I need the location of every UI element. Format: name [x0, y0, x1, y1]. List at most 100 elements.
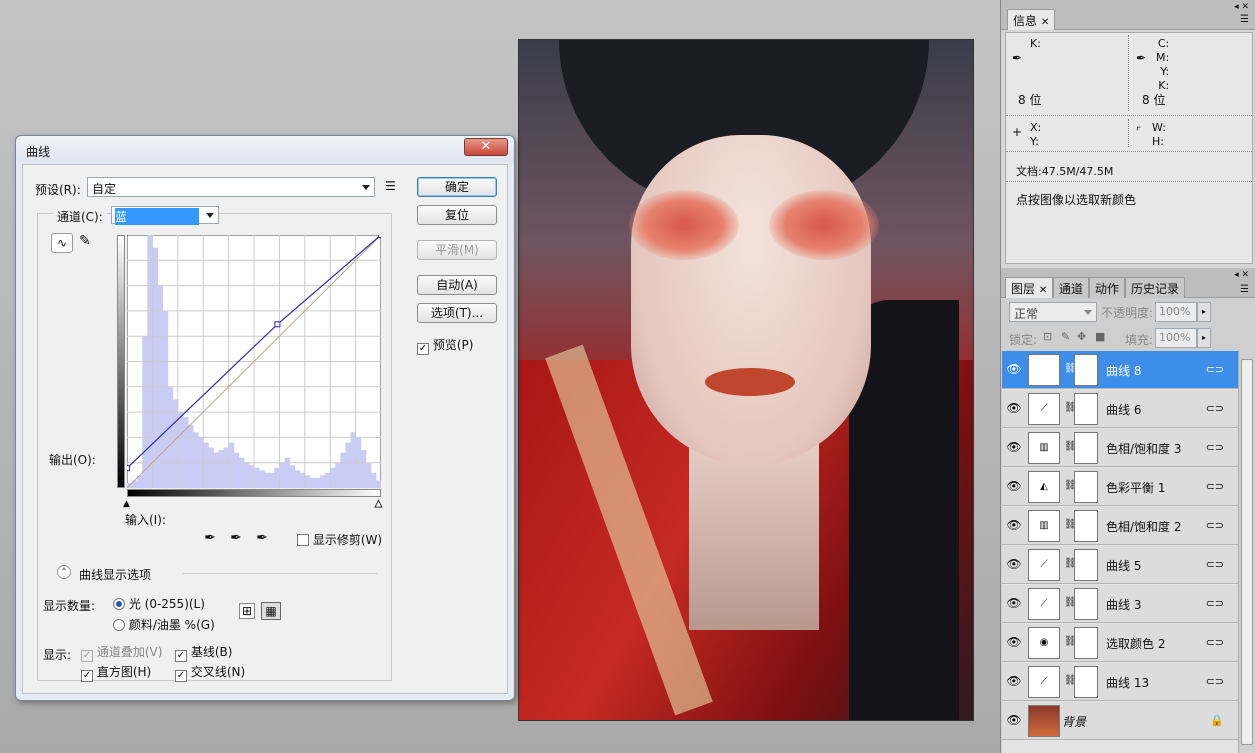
- layer-row[interactable]: 👁 ▥ ⛓ 色相/饱和度 2 ⊂⊃: [1002, 507, 1238, 545]
- layer-mask-thumbnail[interactable]: [1074, 588, 1098, 620]
- tab-actions[interactable]: 动作: [1089, 277, 1126, 298]
- curves-adjustment-icon[interactable]: ⟋: [1028, 393, 1060, 425]
- curves-adjustment-icon[interactable]: ⟋: [1028, 549, 1060, 581]
- visibility-eye-icon[interactable]: 👁: [1005, 674, 1023, 690]
- gray-eyedropper-icon[interactable]: ✒: [227, 529, 245, 547]
- channel-overlay-checkbox[interactable]: ✓ 通道叠加(V): [81, 643, 162, 662]
- lock-all-icon[interactable]: ■: [1095, 330, 1105, 343]
- white-point-slider-icon[interactable]: ▲: [375, 499, 383, 510]
- light-radio[interactable]: 光 (0-255)(L): [113, 595, 205, 612]
- layer-mask-thumbnail[interactable]: [1074, 471, 1098, 503]
- layer-row[interactable]: 👁 ⟋ ⛓ 曲线 3 ⊂⊃: [1002, 585, 1238, 623]
- clip-link-icon[interactable]: ⊂⊃: [1206, 597, 1224, 610]
- close-icon[interactable]: ✕: [1041, 17, 1049, 28]
- clip-link-icon[interactable]: ⊂⊃: [1206, 441, 1224, 454]
- light-radio-dot[interactable]: [113, 598, 125, 610]
- hue-saturation-icon[interactable]: ▥: [1028, 510, 1060, 542]
- visibility-eye-icon[interactable]: 👁: [1005, 635, 1023, 651]
- reset-button[interactable]: 复位: [417, 205, 497, 225]
- layer-name[interactable]: 选取颜色 2: [1106, 635, 1165, 652]
- hue-saturation-icon[interactable]: ▥: [1028, 432, 1060, 464]
- layer-name[interactable]: 背景: [1062, 713, 1086, 730]
- layer-name[interactable]: 色相/饱和度 2: [1106, 518, 1182, 535]
- pencil-tool-icon[interactable]: ✎: [79, 233, 91, 249]
- preset-menu-icon[interactable]: ☰: [385, 179, 396, 193]
- clip-link-icon[interactable]: ⊂⊃: [1206, 519, 1224, 532]
- auto-button[interactable]: 自动(A): [417, 275, 497, 295]
- close-button[interactable]: ✕: [464, 138, 508, 156]
- selective-color-icon[interactable]: ◉: [1028, 627, 1060, 659]
- simple-grid-icon[interactable]: ⊞: [239, 603, 255, 619]
- layer-name[interactable]: 曲线 8: [1106, 362, 1141, 379]
- visibility-eye-icon[interactable]: 👁: [1005, 401, 1023, 417]
- lock-paint-icon[interactable]: ✎: [1061, 330, 1070, 343]
- layer-mask-thumbnail[interactable]: [1074, 549, 1098, 581]
- visibility-eye-icon[interactable]: 👁: [1005, 518, 1023, 534]
- smooth-button[interactable]: 平滑(M): [417, 240, 497, 260]
- document-canvas[interactable]: [518, 39, 974, 721]
- image-thumbnail-icon[interactable]: [1028, 705, 1060, 737]
- tab-channels[interactable]: 通道: [1053, 277, 1090, 298]
- visibility-eye-icon[interactable]: 👁: [1005, 713, 1023, 729]
- layer-mask-thumbnail[interactable]: [1074, 432, 1098, 464]
- visibility-eye-icon[interactable]: 👁: [1005, 479, 1023, 495]
- preview-check[interactable]: ✓: [417, 343, 429, 355]
- layer-row[interactable]: 👁 背景 🔒: [1002, 702, 1238, 740]
- layers-scroll-thumb[interactable]: [1241, 359, 1253, 745]
- pigment-radio[interactable]: 颜料/油墨 %(G): [113, 616, 215, 633]
- intersection-check[interactable]: ✓: [175, 670, 187, 682]
- white-eyedropper-icon[interactable]: ✒: [253, 529, 271, 547]
- fill-slider-arrow-icon[interactable]: ▸: [1197, 328, 1211, 348]
- channel-overlay-check[interactable]: ✓: [81, 650, 93, 662]
- tab-info[interactable]: 信息 ✕: [1007, 9, 1056, 30]
- detailed-grid-icon[interactable]: ▦: [261, 602, 281, 620]
- layer-row[interactable]: 👁 ◭ ⛓ 色彩平衡 1 ⊂⊃: [1002, 468, 1238, 506]
- layer-name[interactable]: 曲线 3: [1106, 596, 1141, 613]
- layer-mask-thumbnail[interactable]: [1074, 666, 1098, 698]
- layer-name[interactable]: 曲线 6: [1106, 401, 1141, 418]
- visibility-eye-icon[interactable]: 👁: [1005, 557, 1023, 573]
- layer-row[interactable]: 👁 ▥ ⛓ 色相/饱和度 3 ⊂⊃: [1002, 429, 1238, 467]
- curve-point-tool-icon[interactable]: ∿: [51, 233, 73, 253]
- layer-row[interactable]: 👁 ⟋ ⛓ 曲线 8 ⊂⊃: [1002, 351, 1238, 389]
- layer-mask-thumbnail[interactable]: [1074, 393, 1098, 425]
- lock-move-icon[interactable]: ✥: [1077, 330, 1086, 343]
- panel-menu-icon[interactable]: ☰: [1240, 14, 1249, 25]
- histogram-check[interactable]: ✓: [81, 670, 93, 682]
- curve-graph[interactable]: [127, 235, 381, 488]
- layer-name[interactable]: 色彩平衡 1: [1106, 479, 1165, 496]
- black-eyedropper-icon[interactable]: ✒: [201, 529, 219, 547]
- baseline-check[interactable]: ✓: [175, 650, 187, 662]
- pigment-radio-dot[interactable]: [113, 619, 125, 631]
- close-icon[interactable]: ✕: [1039, 285, 1047, 296]
- tab-layers[interactable]: 图层 ✕: [1005, 277, 1054, 298]
- layer-name[interactable]: 曲线 13: [1106, 674, 1149, 691]
- baseline-checkbox[interactable]: ✓ 基线(B): [175, 643, 232, 662]
- clip-link-icon[interactable]: ⊂⊃: [1206, 402, 1224, 415]
- histogram-checkbox[interactable]: ✓ 直方图(H): [81, 663, 151, 682]
- intersection-checkbox[interactable]: ✓ 交叉线(N): [175, 663, 245, 682]
- collapse-options-icon[interactable]: ⌃: [57, 565, 71, 579]
- options-button[interactable]: 选项(T)...: [417, 303, 497, 323]
- show-clipping-check[interactable]: [297, 534, 309, 546]
- clip-link-icon[interactable]: ⊂⊃: [1206, 480, 1224, 493]
- clip-link-icon[interactable]: ⊂⊃: [1206, 363, 1224, 376]
- opacity-input[interactable]: 100%: [1155, 302, 1197, 322]
- visibility-eye-icon[interactable]: 👁: [1005, 596, 1023, 612]
- clip-link-icon[interactable]: ⊂⊃: [1206, 636, 1224, 649]
- curves-adjustment-icon[interactable]: ⟋: [1028, 354, 1060, 386]
- layer-mask-thumbnail[interactable]: [1074, 354, 1098, 386]
- layers-scrollbar[interactable]: [1238, 351, 1255, 753]
- clip-link-icon[interactable]: ⊂⊃: [1206, 558, 1224, 571]
- visibility-eye-icon[interactable]: 👁: [1005, 440, 1023, 456]
- preset-select[interactable]: 自定: [87, 177, 375, 197]
- layer-row[interactable]: 👁 ⟋ ⛓ 曲线 6 ⊂⊃: [1002, 390, 1238, 428]
- ok-button[interactable]: 确定: [417, 177, 497, 197]
- channel-select[interactable]: 蓝: [111, 206, 219, 225]
- opacity-slider-arrow-icon[interactable]: ▸: [1197, 302, 1211, 322]
- curves-adjustment-icon[interactable]: ⟋: [1028, 588, 1060, 620]
- layer-row[interactable]: 👁 ⟋ ⛓ 曲线 5 ⊂⊃: [1002, 546, 1238, 584]
- visibility-eye-icon[interactable]: 👁: [1005, 362, 1023, 378]
- blend-mode-select[interactable]: 正常: [1009, 302, 1097, 322]
- lock-transparency-icon[interactable]: ⊡: [1043, 330, 1052, 343]
